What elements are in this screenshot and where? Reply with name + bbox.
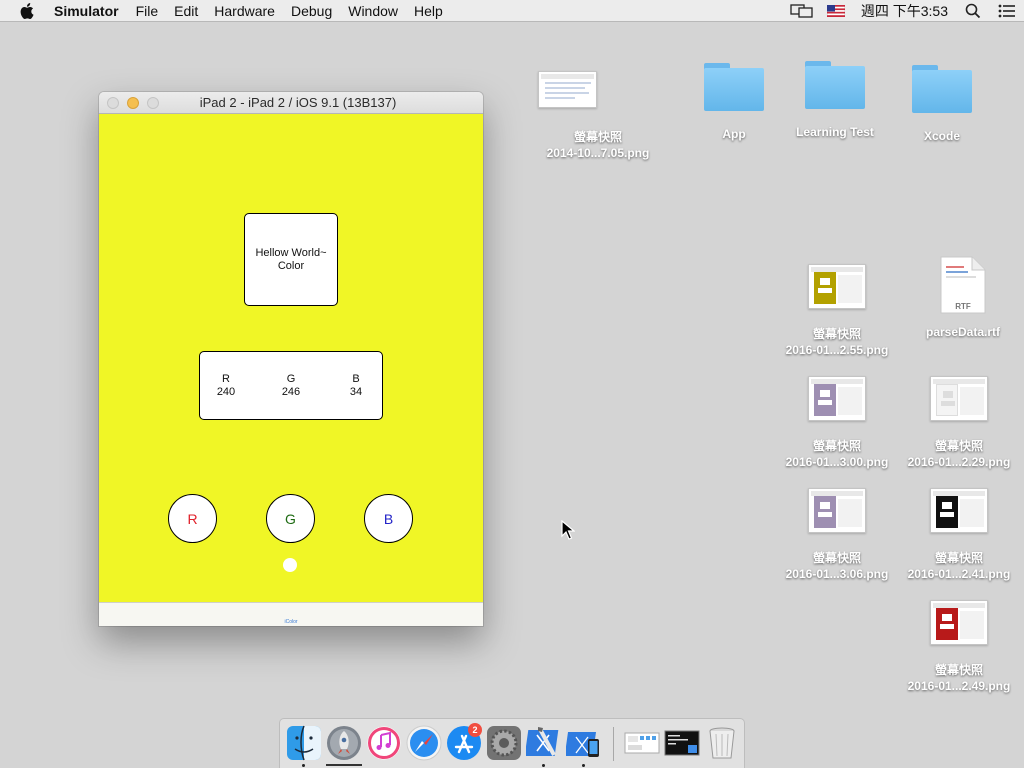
ipad-tab-bar[interactable]: iColor: [99, 602, 483, 626]
file-label-line2: 2016-01...2.29.png: [907, 455, 1011, 469]
menu-file[interactable]: File: [128, 3, 167, 19]
dock-separator: [613, 727, 614, 761]
window-titlebar[interactable]: iPad 2 - iPad 2 / iOS 9.1 (13B137): [99, 92, 483, 114]
spotlight-search-icon[interactable]: [961, 0, 985, 22]
blue-label: B: [352, 373, 360, 385]
tab-icolor[interactable]: iColor: [99, 619, 483, 625]
green-value-column: G 246: [271, 373, 311, 399]
file-label-line2: 2014-10...7.05.png: [546, 146, 650, 160]
red-value: 240: [216, 386, 236, 398]
blue-value: 34: [349, 386, 363, 398]
menu-window[interactable]: Window: [340, 3, 406, 19]
folder-icon: [805, 61, 865, 109]
dock-terminal-icon[interactable]: [664, 725, 700, 761]
hello-label-box: Hellow World~ Color: [244, 213, 338, 306]
rgb-values-box: R 240 G 246 B 34: [199, 351, 383, 420]
ipad-screen[interactable]: Hellow World~ Color R 240 G 246 B 34 R G…: [99, 114, 483, 602]
dock: [279, 718, 745, 768]
notification-center-icon[interactable]: [995, 0, 1019, 22]
file-label-line1: 螢幕快照: [934, 551, 983, 565]
display-mirroring-icon[interactable]: [790, 0, 814, 22]
dock-itunes-icon[interactable]: [366, 725, 402, 761]
menu-app-simulator[interactable]: Simulator: [54, 3, 128, 19]
screenshot-thumbnail-icon: [538, 71, 597, 108]
dock-desktop-preview-icon[interactable]: [624, 725, 660, 761]
menu-debug[interactable]: Debug: [283, 3, 340, 19]
dock-xcode-icon[interactable]: [524, 725, 562, 761]
hello-label-line1: Hellow World~: [255, 246, 327, 259]
red-value-column: R 240: [206, 373, 246, 399]
screenshot-thumbnail-icon: [930, 488, 988, 533]
screenshot-thumbnail-icon: [808, 264, 866, 309]
apple-menu-icon[interactable]: [19, 2, 37, 20]
rtf-extension-label: RTF: [955, 302, 971, 311]
launchpad-active-indicator: [326, 764, 362, 766]
file-label-line2: 2016-01...2.41.png: [907, 567, 1011, 581]
file-label-line2: 2016-01...2.55.png: [785, 343, 889, 357]
folder-icon: [912, 65, 972, 113]
menu-bar: Simulator File Edit Hardware Debug Windo…: [0, 0, 1024, 22]
green-button[interactable]: G: [266, 494, 315, 543]
file-label-parsedata: parseData.rtf: [925, 325, 1001, 339]
simulator-window[interactable]: iPad 2 - iPad 2 / iOS 9.1 (13B137) Hello…: [99, 92, 483, 626]
dock-safari-icon[interactable]: [406, 725, 442, 761]
file-label-line2: 2016-01...2.49.png: [907, 679, 1011, 693]
file-label-line1: 螢幕快照: [934, 439, 983, 453]
menu-hardware[interactable]: Hardware: [206, 3, 283, 19]
green-value: 246: [281, 386, 301, 398]
us-flag-input-icon[interactable]: [824, 0, 848, 22]
screenshot-thumbnail-icon: [808, 488, 866, 533]
app-store-badge: 2: [468, 723, 482, 737]
hello-label-line2: Color: [277, 259, 305, 272]
mouse-cursor-icon: [561, 520, 575, 540]
folder-label-xcode: Xcode: [923, 129, 960, 143]
green-label: G: [286, 373, 296, 385]
dock-simulator-icon[interactable]: [564, 725, 602, 761]
screenshot-thumbnail-icon: [930, 600, 988, 645]
red-label: R: [222, 373, 230, 385]
menu-clock[interactable]: 週四 下午3:53: [853, 1, 956, 21]
blue-button[interactable]: B: [364, 494, 413, 543]
file-label-line1: 螢幕快照: [934, 663, 983, 677]
window-title: iPad 2 - iPad 2 / iOS 9.1 (13B137): [199, 95, 397, 110]
folder-icon: [704, 63, 764, 111]
dock-trash-icon[interactable]: [704, 725, 740, 761]
blue-value-column: B 34: [336, 373, 376, 399]
menu-edit[interactable]: Edit: [166, 3, 206, 19]
indicator-dot: [283, 558, 297, 572]
screenshot-thumbnail-icon: [808, 376, 866, 421]
dock-launchpad-icon[interactable]: [326, 725, 362, 761]
menu-help[interactable]: Help: [406, 3, 451, 19]
screenshot-thumbnail-icon: [930, 376, 988, 421]
dock-system-preferences-icon[interactable]: [486, 725, 522, 761]
dock-finder-icon[interactable]: [286, 725, 322, 761]
red-button[interactable]: R: [168, 494, 217, 543]
